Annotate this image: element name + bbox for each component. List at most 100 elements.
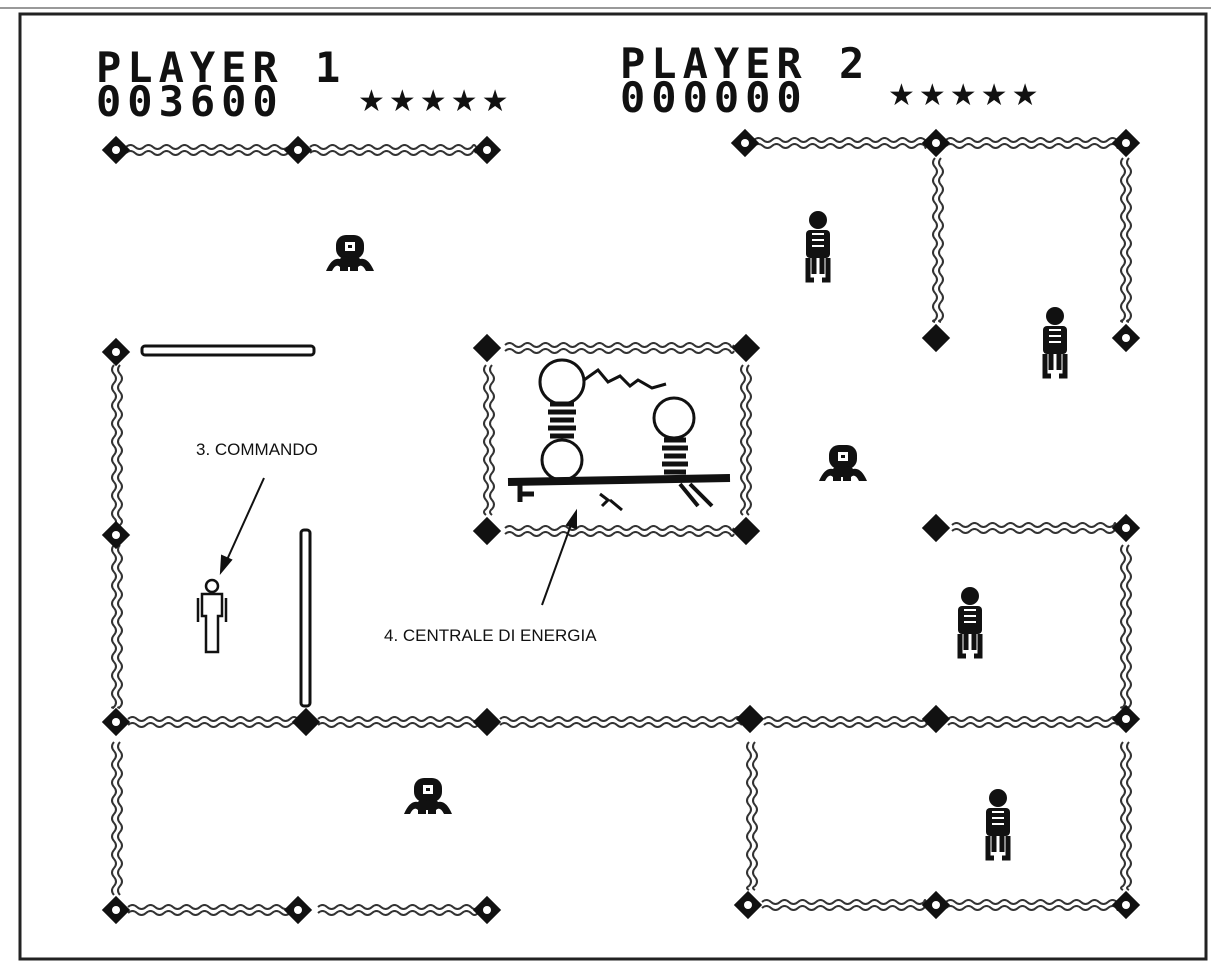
wall-segment bbox=[111, 544, 117, 709]
wall-segment bbox=[753, 137, 927, 143]
player1-lives-icon: ★★★★★ bbox=[358, 84, 513, 119]
barrier-horizontal bbox=[140, 344, 316, 357]
maze-node bbox=[921, 513, 951, 543]
wall-segment bbox=[945, 143, 1119, 149]
wall-segment bbox=[1120, 157, 1126, 323]
maze-node bbox=[1111, 323, 1141, 353]
wall-segment bbox=[1120, 544, 1126, 709]
maze-node bbox=[472, 895, 502, 925]
wall-segment bbox=[763, 716, 929, 722]
wall-segment bbox=[125, 150, 289, 156]
wall-segment bbox=[945, 905, 1119, 911]
maze-node bbox=[101, 520, 131, 550]
caption-power-station: 4. CENTRALE DI ENERGIA bbox=[384, 626, 597, 645]
wall-segment bbox=[127, 722, 299, 728]
wall-segment bbox=[740, 364, 746, 516]
caption-arrows bbox=[219, 477, 577, 606]
wall-segment bbox=[127, 716, 299, 722]
android-enemy bbox=[957, 587, 983, 659]
wall-segment bbox=[504, 342, 735, 348]
wall-segment bbox=[753, 143, 927, 149]
maze-node bbox=[1111, 890, 1141, 920]
wall-segment bbox=[309, 150, 477, 156]
wall-segment bbox=[1126, 157, 1132, 323]
wall-segment bbox=[945, 137, 1119, 143]
wall-segment bbox=[489, 364, 495, 516]
wall-segment bbox=[945, 899, 1119, 905]
maze-node bbox=[921, 890, 951, 920]
wall-segment bbox=[763, 722, 929, 728]
wall-segment bbox=[752, 741, 758, 891]
screen-border bbox=[18, 12, 1208, 961]
wall-segment bbox=[111, 364, 117, 526]
wall-segment bbox=[947, 722, 1119, 728]
wall-segment bbox=[746, 741, 752, 891]
game-screen bbox=[0, 7, 1211, 961]
maze-node bbox=[1111, 513, 1141, 543]
maze-node bbox=[731, 516, 761, 546]
wall-segment bbox=[317, 910, 479, 916]
maze-node bbox=[1111, 128, 1141, 158]
wall-segment bbox=[499, 722, 743, 728]
wall-segment bbox=[1126, 544, 1132, 709]
wall-segment bbox=[127, 904, 299, 910]
maze-node bbox=[283, 895, 313, 925]
wall-segment bbox=[932, 157, 938, 323]
player1-score: 003600 bbox=[96, 77, 284, 126]
wall-segment bbox=[947, 716, 1119, 722]
maze-node bbox=[921, 323, 951, 353]
wall-segment bbox=[1126, 741, 1132, 891]
maze-node bbox=[101, 707, 131, 737]
maze-node bbox=[472, 707, 502, 737]
wall-segment bbox=[125, 144, 289, 150]
wall-segment bbox=[317, 722, 479, 728]
maze-node bbox=[921, 704, 951, 734]
maze-node bbox=[1111, 704, 1141, 734]
maze-node bbox=[101, 895, 131, 925]
wall-segment bbox=[761, 905, 927, 911]
maze-node bbox=[472, 135, 502, 165]
commando-player[interactable] bbox=[196, 578, 228, 654]
player2-lives-icon: ★★★★★ bbox=[888, 78, 1043, 113]
wall-segment bbox=[504, 348, 735, 354]
wall-segment bbox=[317, 904, 479, 910]
wall-segment bbox=[309, 144, 477, 150]
wall-segment bbox=[127, 910, 299, 916]
maze-node bbox=[101, 337, 131, 367]
maze-node bbox=[921, 128, 951, 158]
barrier-vertical bbox=[299, 528, 312, 708]
wall-segment bbox=[746, 364, 752, 516]
android-enemy bbox=[1042, 307, 1068, 379]
android-enemy bbox=[985, 789, 1011, 861]
maze-node bbox=[472, 516, 502, 546]
wall-segment bbox=[504, 531, 735, 537]
wall-segment bbox=[951, 522, 1117, 528]
maze-node bbox=[472, 333, 502, 363]
maze-node bbox=[730, 128, 760, 158]
maze-node bbox=[735, 704, 765, 734]
maze-node bbox=[731, 333, 761, 363]
octopus-enemy bbox=[819, 445, 867, 481]
octopus-enemy bbox=[326, 235, 374, 271]
wall-segment bbox=[117, 741, 123, 896]
android-enemy bbox=[805, 211, 831, 283]
caption-commando: 3. COMMANDO bbox=[196, 440, 318, 459]
wall-segment bbox=[938, 157, 944, 323]
wall-segment bbox=[117, 364, 123, 526]
power-station bbox=[507, 358, 731, 512]
wall-segment bbox=[499, 716, 743, 722]
player2-score: 000000 bbox=[620, 73, 808, 122]
wall-segment bbox=[111, 741, 117, 896]
maze-node bbox=[101, 135, 131, 165]
maze-node bbox=[733, 890, 763, 920]
maze-node bbox=[291, 707, 321, 737]
wall-segment bbox=[317, 716, 479, 722]
wall-segment bbox=[483, 364, 489, 516]
wall-segment bbox=[504, 525, 735, 531]
maze-node bbox=[283, 135, 313, 165]
maze-walls bbox=[111, 137, 1132, 916]
wall-segment bbox=[761, 899, 927, 905]
wall-segment bbox=[117, 544, 123, 709]
wall-segment bbox=[1120, 741, 1126, 891]
octopus-enemy bbox=[404, 778, 452, 814]
